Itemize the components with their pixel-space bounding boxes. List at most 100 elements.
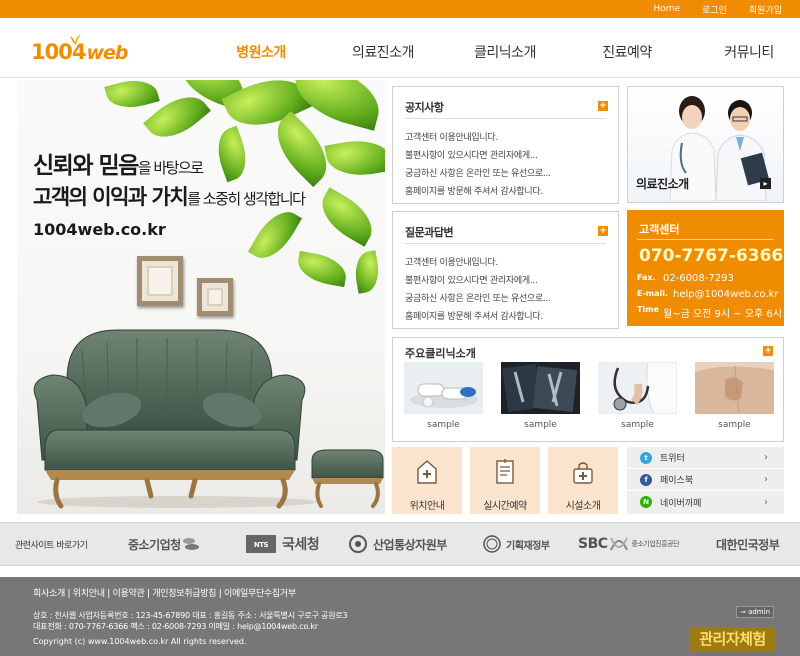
list-item[interactable]: 고객센터 이용안내입니다. — [405, 129, 551, 147]
headline-rest-1: 을 바탕으로 — [137, 159, 204, 177]
related-label: 관련사이트 바로가기 — [15, 541, 88, 551]
document-icon — [496, 459, 514, 484]
nav-medical-staff[interactable]: 의료진소개 — [322, 42, 444, 62]
headline-rest-2: 를 소중히 생각합니다 — [187, 190, 306, 208]
sns-label: 트위터 — [660, 454, 685, 464]
picture-frame — [137, 256, 183, 306]
org-name: 기획재정부 — [506, 540, 550, 552]
visual-headline: 신뢰와 믿음을 바탕으로 고객의 이익과 가치를 소중히 생각합니다 1004w… — [33, 152, 306, 239]
headline-strong-2: 고객의 이익과 가치 — [33, 185, 189, 209]
nav-community[interactable]: 커뮤니티 — [688, 42, 800, 62]
sns-twitter-link[interactable]: t 트위터 › — [627, 447, 784, 469]
qna-more-icon[interactable]: + — [598, 226, 608, 236]
sofa-illustration — [33, 329, 384, 509]
list-item[interactable]: 궁금하신 사항은 온라인 또는 유선으로... — [405, 165, 551, 183]
headline-strong-1: 신뢰와 믿음 — [33, 153, 139, 179]
copyright: Copyright (c) www.1004web.co.kr All righ… — [33, 637, 247, 646]
pills-image — [404, 362, 483, 414]
chevron-right-icon: › — [764, 474, 768, 485]
nts-logo-icon: NTS — [246, 535, 276, 553]
svg-text:NTS: NTS — [254, 541, 269, 549]
quick-location-button[interactable]: 위치안내 — [392, 447, 462, 514]
clinic-caption: sample — [621, 420, 654, 430]
sns-facebook-link[interactable]: f 페이스북 › — [627, 469, 784, 491]
clinic-more-icon[interactable]: + — [763, 346, 773, 356]
fax-value: 02-6008-7293 — [663, 273, 734, 284]
org-sbc-link[interactable]: SBC 중소기업진흥공단 — [578, 531, 680, 557]
org-motie-link[interactable]: 산업통상자원부 — [348, 531, 447, 557]
org-name: 대한민국정부 — [716, 537, 780, 552]
medical-bag-icon — [573, 462, 593, 484]
stethoscope-image — [598, 362, 677, 414]
org-smba-link[interactable]: 중소기업청 — [128, 531, 201, 557]
nav-reservation[interactable]: 진료예약 — [566, 42, 688, 62]
footer: 회사소개 | 위치안내 | 이용약관 | 개인정보취급방침 | 이메일무단수집거… — [0, 577, 800, 656]
logo-text: web — [86, 42, 128, 64]
clinic-caption: sample — [718, 420, 751, 430]
quick-label: 위치안내 — [409, 501, 445, 512]
logo[interactable]: 1004 web — [31, 34, 129, 64]
notice-box: 공지사항 + 고객센터 이용안내입니다. 불편사항이 있으시다면 관리자에게..… — [392, 86, 619, 204]
org-korea-gov-link[interactable]: 대한민국정부 — [716, 531, 780, 557]
hospital-icon — [417, 460, 437, 484]
time-label: Time — [637, 305, 659, 314]
notice-list: 고객센터 이용안내입니다. 불편사항이 있으시다면 관리자에게... 궁금하신 … — [405, 129, 551, 201]
headline-domain: 1004web.co.kr — [33, 220, 166, 239]
company-info-line: 상호 : 천사웹 사업자등록번호 : 123-45-67890 대표 : 홍길동… — [33, 611, 348, 620]
org-name: 산업통상자원부 — [373, 537, 447, 552]
nav-hospital-intro[interactable]: 병원소개 — [200, 42, 322, 62]
medical-staff-label: 의료진소개 — [636, 177, 689, 191]
list-item[interactable]: 불편사항이 있으시다면 관리자에게... — [405, 272, 551, 290]
login-link[interactable]: 로그인 — [702, 3, 727, 16]
clinic-thumb[interactable]: sample — [404, 362, 483, 430]
org-nts-link[interactable]: NTS 국세청 — [246, 531, 320, 557]
qna-title: 질문과답변 — [405, 226, 454, 239]
footer-links[interactable]: 회사소개 | 위치안내 | 이용약관 | 개인정보취급방침 | 이메일무단수집거… — [33, 586, 296, 599]
main-nav: 병원소개 의료진소개 클리닉소개 진료예약 커뮤니티 — [200, 42, 800, 62]
nav-clinic[interactable]: 클리닉소개 — [444, 42, 566, 62]
list-item[interactable]: 불편사항이 있으시다면 관리자에게... — [405, 147, 551, 165]
clinic-thumb[interactable]: sample — [695, 362, 774, 430]
key-icon: ⊸ — [739, 608, 746, 616]
clinic-caption: sample — [524, 420, 557, 430]
quick-facility-button[interactable]: 시설소개 — [548, 447, 618, 514]
clinic-thumb[interactable]: sample — [501, 362, 580, 430]
sns-label: 네이버까페 — [660, 498, 702, 509]
email-value: help@1004web.co.kr — [673, 289, 779, 300]
picture-frame — [197, 278, 233, 316]
logo-sprout-icon — [70, 34, 81, 45]
notice-more-icon[interactable]: + — [598, 101, 608, 111]
join-link[interactable]: 회원가입 — [749, 3, 782, 16]
org-mosf-link[interactable]: 기획재정부 — [482, 531, 550, 557]
org-name: 국세청 — [282, 537, 320, 553]
quick-label: 실시간예약 — [483, 501, 527, 512]
sbc-logo-icon — [609, 537, 628, 551]
clinic-thumb[interactable]: sample — [598, 362, 677, 430]
quick-label: 시설소개 — [565, 501, 601, 512]
list-item[interactable]: 궁금하신 사항은 온라인 또는 유선으로... — [405, 290, 551, 308]
sns-naver-link[interactable]: N 네이버까페 › — [627, 491, 784, 513]
customer-center-title: 고객센터 — [639, 223, 680, 236]
top-utility-bar: Home 로그인 회원가입 — [0, 0, 800, 18]
header: 1004 web 병원소개 의료진소개 클리닉소개 진료예약 커뮤니티 — [0, 18, 800, 78]
quick-reservation-button[interactable]: 실시간예약 — [470, 447, 540, 514]
main-visual: 신뢰와 믿음을 바탕으로 고객의 이익과 가치를 소중히 생각합니다 1004w… — [17, 80, 385, 514]
fax-label: Fax. — [637, 273, 656, 282]
admin-link-label: admin — [748, 608, 771, 616]
home-link[interactable]: Home — [653, 4, 680, 14]
admin-experience-button[interactable]: 관리자체험 — [689, 627, 776, 652]
admin-login-button[interactable]: ⊸ admin — [736, 606, 774, 618]
chevron-right-icon: › — [764, 496, 768, 508]
xray-image — [501, 362, 580, 414]
list-item[interactable]: 홈페이지를 방문해 주셔서 감사합니다. — [405, 183, 551, 201]
facebook-icon: f — [640, 473, 652, 486]
medical-staff-banner[interactable]: 의료진소개 ▸ — [627, 86, 784, 203]
company-info-line: 대표전화 : 070-7767-6366 팩스 : 02-6008-7293 이… — [33, 622, 318, 631]
list-item[interactable]: 고객센터 이용안내입니다. — [405, 254, 551, 272]
back-massage-image — [695, 362, 774, 414]
list-item[interactable]: 홈페이지를 방문해 주셔서 감사합니다. — [405, 308, 551, 326]
twitter-icon: t — [640, 451, 652, 464]
clinic-caption: sample — [427, 420, 460, 430]
mosf-seal-icon — [483, 535, 501, 553]
company-info: 상호 : 천사웹 사업자등록번호 : 123-45-67890 대표 : 홍길동… — [33, 610, 348, 632]
